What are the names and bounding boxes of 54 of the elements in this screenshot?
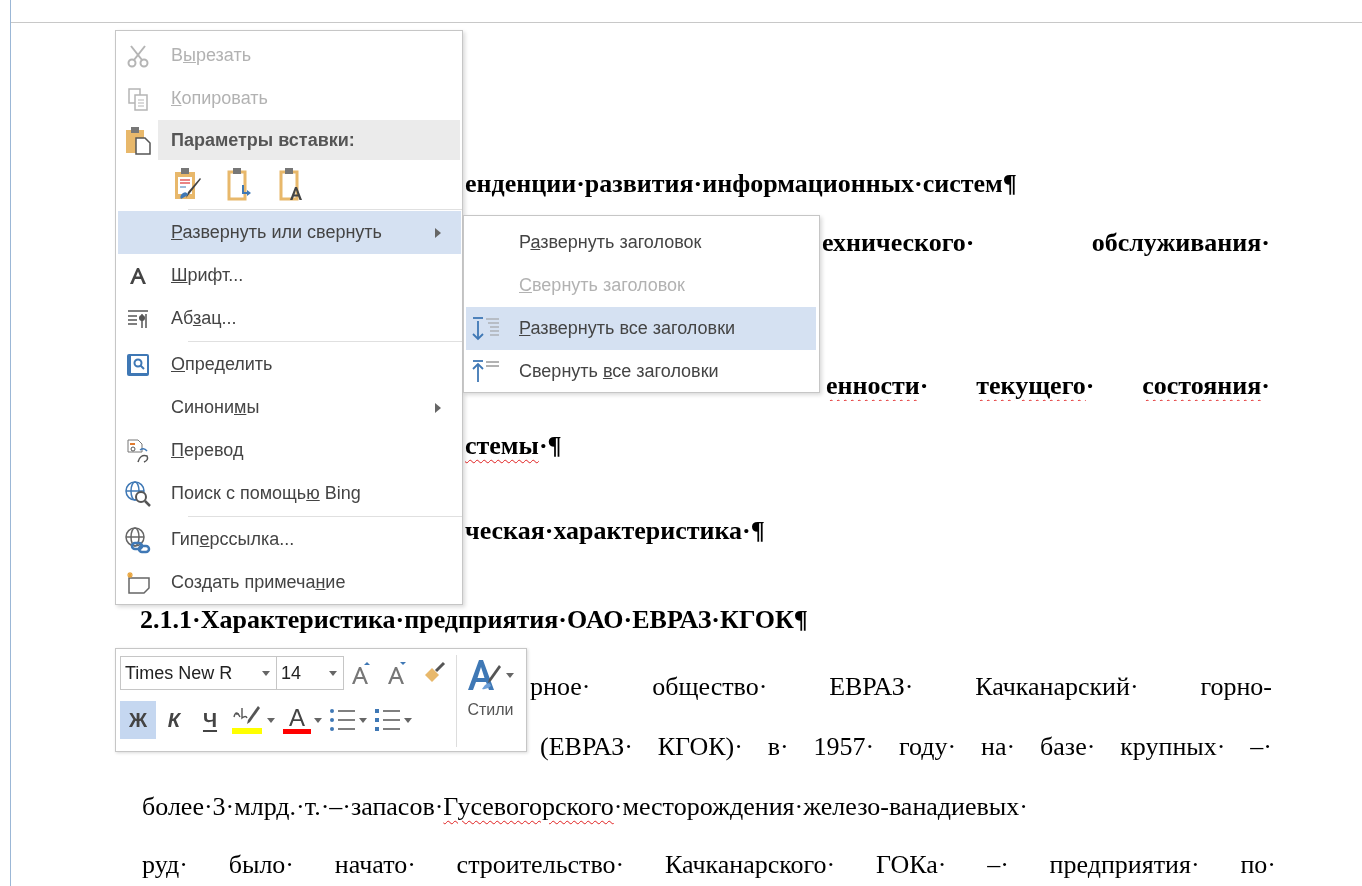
font-name-field[interactable]: Times New R bbox=[120, 656, 277, 690]
dropdown-caret-icon[interactable] bbox=[506, 672, 514, 678]
menu-item[interactable]: Свернуть все заголовки bbox=[466, 350, 816, 393]
menu-item[interactable]: Развернуть все заголовки bbox=[466, 307, 816, 350]
heading-text: ехнического· обслуживания· bbox=[822, 228, 1270, 258]
menu-item[interactable]: Абзац... bbox=[118, 297, 461, 340]
copy-icon bbox=[127, 86, 149, 111]
highlighter-icon bbox=[232, 705, 264, 735]
dropdown-caret-icon[interactable] bbox=[314, 717, 322, 723]
dropdown-caret-icon[interactable] bbox=[359, 717, 367, 723]
styles-label[interactable]: Стили bbox=[467, 701, 514, 719]
body-text: руд· было· начато· строительство· Качканарского· ГОКа· –· предприятия· по· bbox=[142, 850, 1276, 880]
heading-text: ческая·характеристика·¶ bbox=[465, 516, 766, 546]
underline-button[interactable]: Ч bbox=[192, 701, 228, 739]
dropdown-caret-icon[interactable] bbox=[267, 717, 275, 723]
menu-item[interactable]: Поиск с помощью Bing bbox=[118, 472, 461, 515]
menu-item[interactable]: Развернуть или свернуть bbox=[118, 211, 461, 254]
menu-item[interactable]: Перевод bbox=[118, 429, 461, 472]
body-text: более·3·млрд.·т.·–·запасов·Гусевогорского·месторождения·железо-ванадиевых· bbox=[142, 792, 1029, 822]
font-icon bbox=[129, 266, 147, 285]
italic-button[interactable]: К bbox=[156, 701, 192, 739]
dropdown-caret-icon[interactable] bbox=[404, 717, 412, 723]
body-text: (ЕВРАЗ· КГОК)· в· 1957· году· на· базе· крупных· –· bbox=[540, 732, 1272, 762]
translate-icon bbox=[126, 437, 150, 464]
font-size-field[interactable]: 14 bbox=[276, 656, 344, 690]
menu-item[interactable]: Определить bbox=[118, 343, 461, 386]
heading-text: 2.1.1·Характеристика·предприятия·ОАО·ЕВРАЗ·КГОК¶ bbox=[140, 605, 809, 635]
dropdown-caret-icon[interactable] bbox=[329, 670, 337, 676]
font-color-button[interactable]: A bbox=[279, 701, 326, 739]
numbered-list-icon bbox=[375, 708, 401, 732]
heading-text: енденции·развития·информационных·систем¶ bbox=[465, 169, 1018, 199]
paragraph-icon bbox=[127, 308, 149, 329]
styles-icon[interactable] bbox=[467, 657, 503, 693]
menu-item[interactable]: Синонимы bbox=[118, 386, 461, 429]
heading-text: стемы·¶ bbox=[465, 431, 563, 461]
globe-link-icon bbox=[124, 525, 152, 554]
scissors-icon bbox=[127, 43, 149, 68]
menu-header: Параметры вставки: bbox=[158, 120, 460, 160]
paste-keep-formatting-icon[interactable] bbox=[173, 167, 203, 201]
collapse-all-icon bbox=[471, 359, 501, 384]
expand-all-icon bbox=[471, 316, 501, 341]
comment-icon bbox=[125, 570, 151, 595]
paste-icon bbox=[124, 125, 152, 155]
body-text: рное· общество· ЕВРАЗ· Качканарский· горно- bbox=[530, 672, 1272, 702]
menu-item[interactable]: Гиперссылка... bbox=[118, 518, 461, 561]
heading-text: енности· текущего· состояния· bbox=[826, 371, 1270, 401]
globe-search-icon bbox=[124, 479, 152, 508]
book-search-icon bbox=[126, 352, 150, 377]
menu-item[interactable]: Шрифт... bbox=[118, 254, 461, 297]
bullet-list-icon bbox=[330, 708, 356, 732]
menu-item[interactable]: Создать примечание bbox=[118, 561, 461, 604]
menu-item[interactable]: Развернуть заголовок bbox=[466, 221, 816, 264]
bold-button[interactable]: Ж bbox=[120, 701, 156, 739]
dropdown-caret-icon[interactable] bbox=[262, 670, 270, 676]
